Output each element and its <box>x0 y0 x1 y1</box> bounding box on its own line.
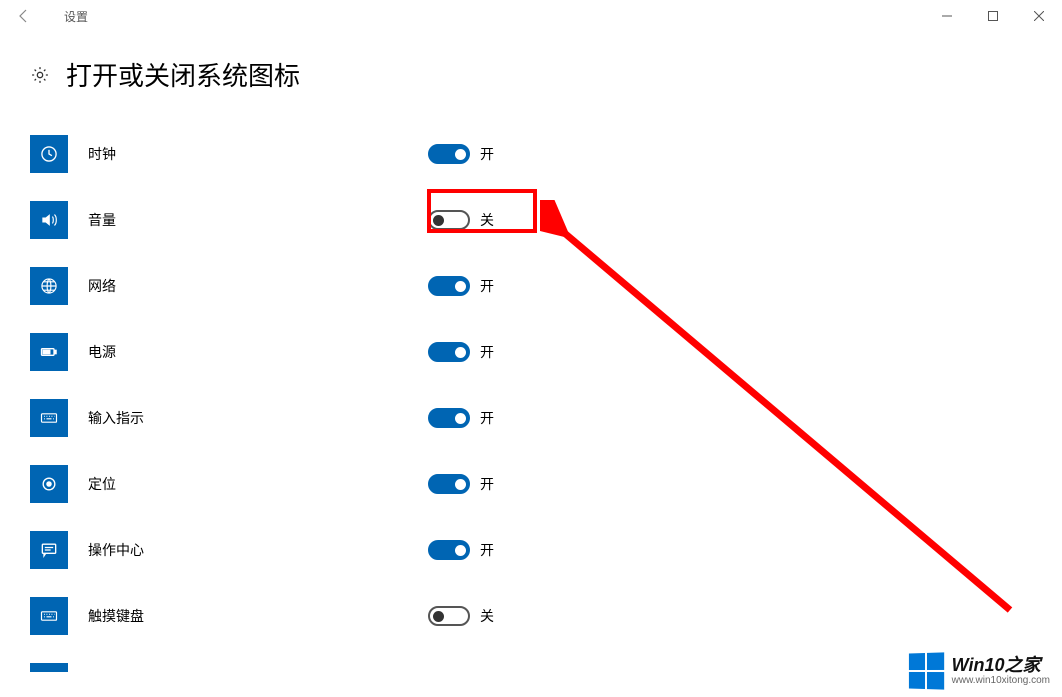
keyboard-icon <box>30 399 68 437</box>
toggle-wrap-network: 开 <box>428 276 494 296</box>
toggle-wrap-power: 开 <box>428 342 494 362</box>
close-button[interactable] <box>1016 0 1062 32</box>
setting-row-action-center: 操作中心 开 <box>30 517 1032 583</box>
maximize-button[interactable] <box>970 0 1016 32</box>
setting-label-touch-keyboard: 触摸键盘 <box>88 606 428 626</box>
toggle-state-label-input: 开 <box>480 408 494 428</box>
toggle-wrap-input: 开 <box>428 408 494 428</box>
setting-row-network: 网络 开 <box>30 253 1032 319</box>
setting-label-volume: 音量 <box>88 210 428 230</box>
battery-icon <box>30 333 68 371</box>
volume-icon <box>30 201 68 239</box>
toggle-state-label-action-center: 开 <box>480 540 494 560</box>
toggle-input[interactable] <box>428 408 470 428</box>
target-icon <box>30 465 68 503</box>
toggle-wrap-clock: 开 <box>428 144 494 164</box>
toggle-wrap-action-center: 开 <box>428 540 494 560</box>
setting-row-windows-ink: Windows Ink 工作区关 <box>30 649 1032 672</box>
page-header: 打开或关闭系统图标 <box>30 56 1032 93</box>
toggle-location[interactable] <box>428 474 470 494</box>
setting-row-input: 输入指示 开 <box>30 385 1032 451</box>
message-icon <box>30 531 68 569</box>
gear-icon <box>30 65 50 85</box>
pen-icon <box>30 663 68 672</box>
page-title: 打开或关闭系统图标 <box>66 56 300 93</box>
toggle-wrap-location: 开 <box>428 474 494 494</box>
setting-row-power: 电源 开 <box>30 319 1032 385</box>
setting-row-touch-keyboard: 触摸键盘 关 <box>30 583 1032 649</box>
toggle-network[interactable] <box>428 276 470 296</box>
toggle-volume[interactable] <box>428 210 470 230</box>
setting-row-volume: 音量 关 <box>30 187 1032 253</box>
watermark-url: www.win10xitong.com <box>952 675 1050 686</box>
globe-icon <box>30 267 68 305</box>
toggle-state-label-clock: 开 <box>480 144 494 164</box>
toggle-power[interactable] <box>428 342 470 362</box>
setting-label-power: 电源 <box>88 342 428 362</box>
setting-label-input: 输入指示 <box>88 408 428 428</box>
content-area: 打开或关闭系统图标 时钟开音量关网络开电源开输入指示开定位开操作中心开触摸键盘关… <box>0 32 1062 672</box>
clock-icon <box>30 135 68 173</box>
window-title: 设置 <box>48 8 924 25</box>
watermark-title: Win10之家 <box>952 656 1050 676</box>
toggle-clock[interactable] <box>428 144 470 164</box>
watermark: Win10之家 www.win10xitong.com <box>908 653 1050 689</box>
toggle-state-label-power: 开 <box>480 342 494 362</box>
toggle-touch-keyboard[interactable] <box>428 606 470 626</box>
toggle-state-label-volume: 关 <box>480 210 494 230</box>
toggle-wrap-touch-keyboard: 关 <box>428 606 494 626</box>
toggle-state-label-touch-keyboard: 关 <box>480 606 494 626</box>
back-button[interactable] <box>0 0 48 32</box>
setting-label-network: 网络 <box>88 276 428 296</box>
toggle-action-center[interactable] <box>428 540 470 560</box>
setting-label-action-center: 操作中心 <box>88 540 428 560</box>
toggle-wrap-volume: 关 <box>428 210 494 230</box>
setting-row-clock: 时钟 开 <box>30 121 1032 187</box>
toggle-state-label-network: 开 <box>480 276 494 296</box>
setting-label-location: 定位 <box>88 474 428 494</box>
setting-row-location: 定位 开 <box>30 451 1032 517</box>
minimize-button[interactable] <box>924 0 970 32</box>
toggle-state-label-location: 开 <box>480 474 494 494</box>
setting-label-clock: 时钟 <box>88 144 428 164</box>
windows-logo-icon <box>909 652 944 689</box>
titlebar: 设置 <box>0 0 1062 32</box>
keyboard-icon <box>30 597 68 635</box>
